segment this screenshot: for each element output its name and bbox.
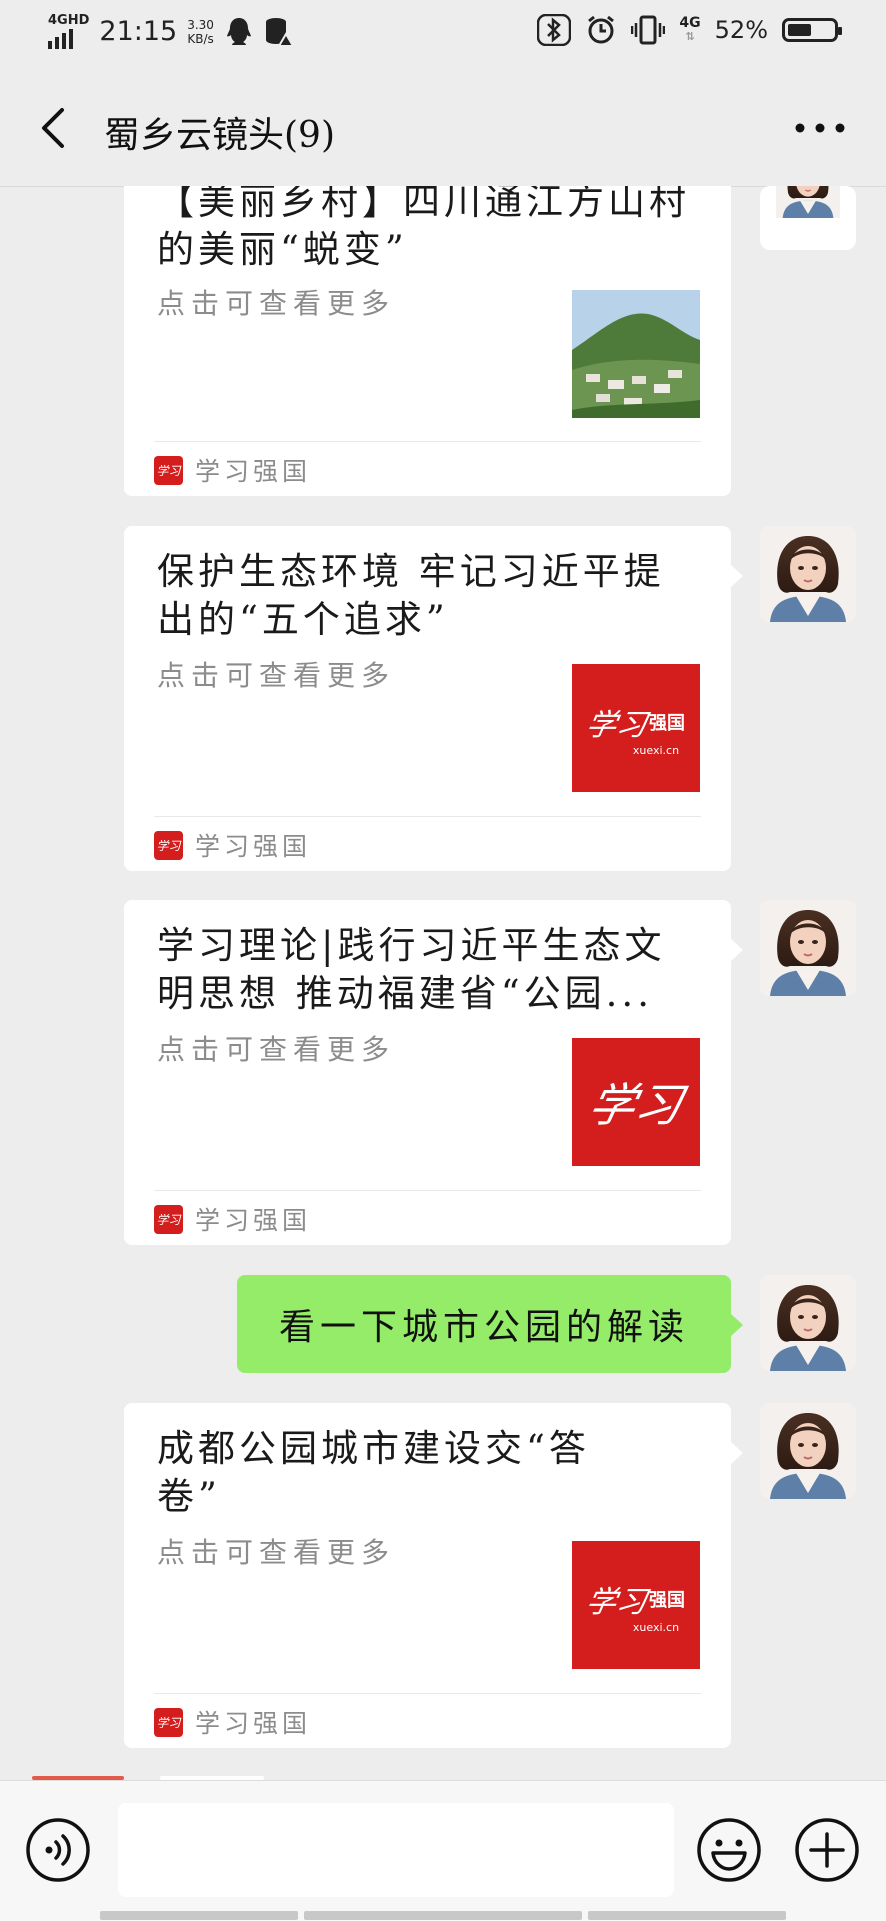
input-bar (0, 1780, 886, 1921)
card-description: 点击可查看更多 (157, 287, 396, 320)
message-card-1[interactable]: 【美丽乡村】四川通江方山村的美丽“蜕变” 点击可查看更多 学习 学习强国 (0, 186, 886, 496)
card-title: 保护生态环境 牢记习近平提出的“五个追求” (157, 550, 665, 641)
link-card[interactable]: 学习理论|践行习近平生态文明思想 推动福建省“公园... 点击可查看更多 学习 … (124, 900, 743, 1245)
status-bar: 4GHD 21:15 3.30 KB/s 4G ⇅ 52% (0, 0, 886, 70)
message-input[interactable] (118, 1803, 674, 1897)
battery-icon (782, 18, 842, 42)
divider (154, 1693, 701, 1694)
chat-title: 蜀乡云镜头(9) (104, 115, 335, 156)
nav-bar-segment (588, 1911, 786, 1920)
bubble-tail (730, 564, 743, 588)
xuexi-source-icon: 学习 (154, 455, 183, 485)
card-description: 点击可查看更多 (157, 659, 396, 692)
card-source: 学习 学习强国 (154, 1704, 311, 1740)
logo-side-text: 强国 (649, 1589, 685, 1611)
bluetooth-icon (537, 14, 572, 46)
nav-bar-segment (304, 1911, 582, 1920)
qq-icon (226, 17, 251, 45)
emoji-icon[interactable] (696, 1817, 762, 1883)
card-description: 点击可查看更多 (157, 1536, 396, 1569)
xuexi-logo-thumbnail: 学习 (572, 1038, 700, 1166)
source-name: 学习强国 (195, 1206, 312, 1235)
source-name: 学习强国 (195, 832, 312, 861)
logo-side-text: 强国 (649, 712, 685, 734)
card-title: 成都公园城市建设交“答卷” (157, 1427, 590, 1518)
battery-percent: 52% (714, 16, 768, 44)
more-options-icon[interactable] (794, 114, 846, 142)
avatar[interactable] (760, 1275, 856, 1371)
speed-value: 3.30 (187, 17, 214, 32)
source-name: 学习强国 (195, 1709, 312, 1738)
bubble-tail (730, 1441, 743, 1465)
avatar[interactable] (760, 1403, 856, 1499)
voice-input-icon[interactable] (25, 1817, 91, 1883)
logo-brand-text: 学习 (583, 707, 650, 743)
chat-header: 蜀乡云镜头(9) (0, 70, 886, 187)
message-text-4[interactable]: 看一下城市公园的解读 (0, 1275, 886, 1373)
logo-brand-text: 学习 (583, 1078, 688, 1132)
source-name: 学习强国 (195, 457, 312, 486)
nav-bar-segment (100, 1911, 298, 1920)
text-bubble[interactable]: 看一下城市公园的解读 (237, 1275, 743, 1373)
card-source: 学习 学习强国 (154, 827, 311, 863)
clock: 21:15 (99, 16, 178, 47)
message-card-3[interactable]: 学习理论|践行习近平生态文明思想 推动福建省“公园... 点击可查看更多 学习 … (0, 900, 886, 1245)
link-card[interactable]: 成都公园城市建设交“答卷” 点击可查看更多 学习 强国 xuexi.cn 学习 … (124, 1403, 743, 1748)
logo-site-text: xuexi.cn (632, 1620, 680, 1634)
card-title: 学习理论|践行习近平生态文明思想 推动福建省“公园... (157, 924, 666, 1015)
vibrate-icon (631, 15, 666, 45)
avatar[interactable] (760, 186, 856, 250)
bubble-tail (730, 1313, 743, 1337)
network-speed: 3.30 KB/s (187, 18, 214, 46)
link-card[interactable]: 保护生态环境 牢记习近平提出的“五个追求” 点击可查看更多 学习 强国 xuex… (124, 526, 743, 871)
xuexi-logo-thumbnail: 学习 强国 xuexi.cn (572, 1541, 700, 1669)
signal-indicator: 4GHD (48, 14, 89, 49)
xuexi-logo-thumbnail: 学习 强国 xuexi.cn (572, 664, 700, 792)
signal-bars-icon (48, 27, 73, 49)
avatar[interactable] (760, 526, 856, 622)
bubble-tail (730, 938, 743, 962)
xuexi-source-icon: 学习 (154, 1204, 183, 1234)
xuexi-source-icon: 学习 (154, 830, 183, 860)
data-arrows-icon: ⇅ (685, 30, 695, 43)
logo-site-text: xuexi.cn (632, 743, 680, 757)
logo-brand-text: 学习 (583, 1584, 650, 1620)
link-card[interactable]: 【美丽乡村】四川通江方山村的美丽“蜕变” 点击可查看更多 学习 学习强国 (124, 186, 731, 496)
card-source: 学习 学习强国 (154, 452, 311, 488)
card-thumbnail (572, 290, 700, 418)
speed-unit: KB/s (187, 31, 214, 46)
message-card-5[interactable]: 成都公园城市建设交“答卷” 点击可查看更多 学习 强国 xuexi.cn 学习 … (0, 1403, 886, 1748)
network-type-label: 4GHD (48, 13, 90, 28)
bubble-text: 看一下城市公园的解读 (278, 1307, 689, 1348)
card-description: 点击可查看更多 (157, 1033, 396, 1066)
storage-warning-icon (265, 17, 294, 47)
back-icon[interactable] (30, 102, 82, 154)
alarm-icon (588, 15, 615, 44)
cellular-indicator: 4G ⇅ (679, 16, 700, 44)
divider (154, 816, 701, 817)
message-card-2[interactable]: 保护生态环境 牢记习近平提出的“五个追求” 点击可查看更多 学习 强国 xuex… (0, 526, 886, 871)
card-title: 【美丽乡村】四川通江方山村的美丽“蜕变” (157, 186, 690, 271)
plus-icon[interactable] (794, 1817, 860, 1883)
avatar[interactable] (760, 900, 856, 996)
xuexi-source-icon: 学习 (154, 1707, 183, 1737)
divider (154, 441, 701, 442)
cellular-label: 4G (679, 15, 701, 31)
divider (154, 1190, 701, 1191)
card-source: 学习 学习强国 (154, 1201, 311, 1237)
